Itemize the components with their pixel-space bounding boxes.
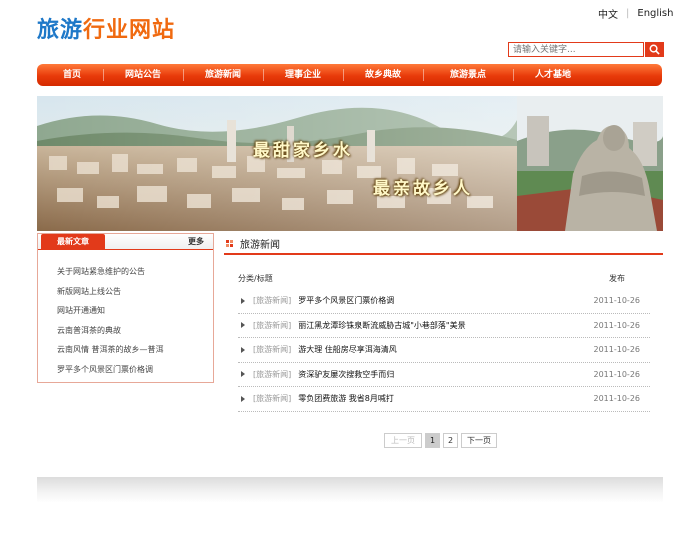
footer-bar <box>37 477 663 503</box>
table-row[interactable]: [旅游新闻] 罗平多个风景区门票价格调 2011-10-26 <box>238 289 650 314</box>
list-item[interactable]: 网站开通通知 <box>57 301 213 321</box>
row-title[interactable]: 罗平多个风景区门票价格调 <box>298 295 394 306</box>
row-title[interactable]: 资深驴友屡次搜救空手而归 <box>298 369 394 380</box>
main-nav: 首页 网站公告 旅游新闻 理事企业 故乡典故 旅游景点 人才基地 <box>37 64 662 86</box>
row-category[interactable]: [旅游新闻] <box>253 393 291 404</box>
row-date: 2011-10-26 <box>593 296 641 306</box>
language-switcher: 中文 | English <box>598 6 673 21</box>
column-published: 发布 <box>609 274 625 283</box>
table-row[interactable]: [旅游新闻] 资深驴友屡次搜救空手而归 2011-10-26 <box>238 363 650 387</box>
search-icon <box>649 44 660 55</box>
table-row[interactable]: [旅游新闻] 零负团费旅游 我省8月喊打 2011-10-26 <box>238 387 650 412</box>
list-item[interactable]: 关于网站紧急维护的公告 <box>57 262 213 282</box>
lang-chinese-link[interactable]: 中文 <box>598 6 618 21</box>
table-row[interactable]: [旅游新闻] 丽江黑龙潭珍铢泉断流威胁古城"小巷部落"美景 2011-10-26 <box>238 314 650 338</box>
logo-text-2: 行业网站 <box>83 18 176 43</box>
section-title: 旅游新闻 <box>240 239 280 251</box>
latest-articles-tab[interactable]: 最新文章 <box>41 234 105 250</box>
row-category[interactable]: [旅游新闻] <box>253 320 291 331</box>
nav-hometown-stories[interactable]: 故乡典故 <box>343 64 423 86</box>
search-input[interactable] <box>508 42 644 57</box>
row-title[interactable]: 零负团费旅游 我省8月喊打 <box>298 393 394 404</box>
row-date: 2011-10-26 <box>593 369 641 379</box>
news-table-header: 分类/标题 发布 <box>238 273 650 284</box>
latest-articles-list: 关于网站紧急维护的公告 新版网站上线公告 网站开通通知 云南普洱茶的典故 云南风… <box>38 250 213 379</box>
banner-slogan-1: 最甜家乡水 <box>253 141 353 161</box>
row-date: 2011-10-26 <box>593 394 641 404</box>
latest-articles-panel: 最新文章 更多 关于网站紧急维护的公告 新版网站上线公告 网站开通通知 云南普洱… <box>37 233 214 383</box>
arrow-right-icon <box>241 322 245 329</box>
row-date: 2011-10-26 <box>593 345 641 355</box>
arrow-right-icon <box>241 297 245 304</box>
list-item[interactable]: 云南普洱茶的典故 <box>57 321 213 341</box>
latest-articles-more-link[interactable]: 更多 <box>188 234 204 250</box>
hero-banner: 最甜家乡水 最亲故乡人 <box>37 96 663 231</box>
news-list: [旅游新闻] 罗平多个风景区门票价格调 2011-10-26 [旅游新闻] 丽江… <box>238 289 650 412</box>
nav-announcements[interactable]: 网站公告 <box>103 64 183 86</box>
row-title[interactable]: 游大理 住船房尽享洱海清风 <box>298 344 397 355</box>
logo-text-1: 旅游 <box>37 18 84 43</box>
row-title[interactable]: 丽江黑龙潭珍铢泉断流威胁古城"小巷部落"美景 <box>298 320 465 331</box>
arrow-right-icon <box>241 371 245 378</box>
nav-talent-base[interactable]: 人才基地 <box>513 64 593 86</box>
banner-slogan-2: 最亲故乡人 <box>373 179 473 199</box>
row-category[interactable]: [旅游新闻] <box>253 344 291 355</box>
site-logo[interactable]: 旅游行业网站 <box>37 16 175 46</box>
nav-home[interactable]: 首页 <box>41 64 103 86</box>
nav-member-companies[interactable]: 理事企业 <box>263 64 343 86</box>
row-category[interactable]: [旅游新闻] <box>253 295 291 306</box>
latest-articles-header: 最新文章 更多 <box>38 234 213 250</box>
arrow-right-icon <box>241 395 245 402</box>
next-page-button[interactable]: 下一页 <box>461 433 497 448</box>
lang-divider: | <box>626 8 630 19</box>
pagination: 上一页 1 2 下一页 <box>384 433 500 448</box>
search-bar <box>508 42 664 57</box>
list-item[interactable]: 云南风情 普洱茶的故乡—普洱 <box>57 340 213 360</box>
section-bullet-icon <box>226 239 233 247</box>
city-panorama-image <box>37 96 663 231</box>
row-date: 2011-10-26 <box>593 320 641 330</box>
travel-news-section: 旅游新闻 分类/标题 发布 [旅游新闻] 罗平多个风景区门票价格调 2011-1… <box>224 233 663 412</box>
nav-travel-news[interactable]: 旅游新闻 <box>183 64 263 86</box>
column-category-title: 分类/标题 <box>238 274 273 283</box>
lang-english-link[interactable]: English <box>637 8 673 19</box>
row-category[interactable]: [旅游新闻] <box>253 369 291 380</box>
list-item[interactable]: 新版网站上线公告 <box>57 282 213 302</box>
page-1-button[interactable]: 1 <box>425 433 440 448</box>
travel-news-header: 旅游新闻 <box>224 233 663 255</box>
list-item[interactable]: 罗平多个风景区门票价格调 <box>57 360 213 380</box>
page-2-button[interactable]: 2 <box>443 433 458 448</box>
search-button[interactable] <box>645 42 664 57</box>
arrow-right-icon <box>241 346 245 353</box>
table-row[interactable]: [旅游新闻] 游大理 住船房尽享洱海清风 2011-10-26 <box>238 338 650 363</box>
nav-scenic-spots[interactable]: 旅游景点 <box>423 64 513 86</box>
prev-page-button: 上一页 <box>384 433 422 448</box>
